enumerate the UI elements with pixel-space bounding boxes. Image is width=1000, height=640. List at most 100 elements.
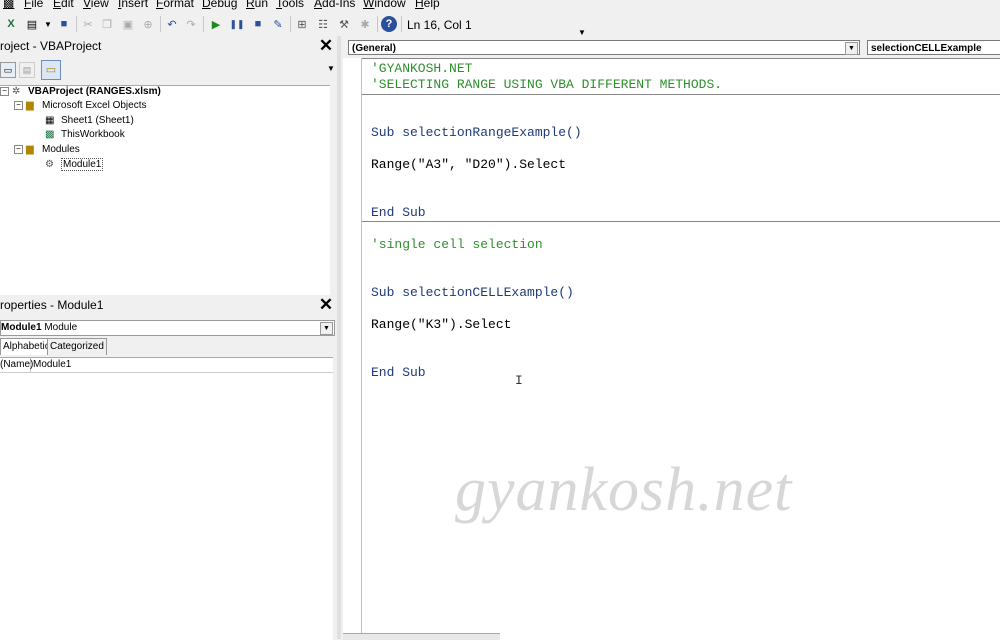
tab-alphabetic[interactable]: Alphabetic xyxy=(0,338,50,355)
procedure-separator xyxy=(362,221,1000,222)
object-browser-icon[interactable]: ⚒ xyxy=(336,16,352,32)
undo-icon[interactable]: ↶ xyxy=(164,16,180,32)
tree-node-sheet1[interactable]: ▦ Sheet1 (Sheet1) xyxy=(45,115,134,126)
properties-close-icon[interactable]: ✕ xyxy=(318,296,334,313)
excel-view-icon[interactable]: X xyxy=(3,16,19,32)
copy-icon[interactable]: ❐ xyxy=(99,16,115,32)
menu-file[interactable]: File xyxy=(24,0,43,10)
property-value: Module1 xyxy=(33,359,72,370)
tree-label-vbaproject: VBAProject (RANGES.xlsm) xyxy=(28,86,161,97)
properties-object-select[interactable]: Module1 Module ▼ xyxy=(0,320,335,336)
tree-node-module1[interactable]: ⚙ Module1 xyxy=(45,158,104,171)
code-line-comment[interactable]: 'SELECTING RANGE USING VBA DIFFERENT MET… xyxy=(371,77,722,92)
collapse-icon[interactable]: − xyxy=(14,145,23,154)
workbook-icon: ▩ xyxy=(45,129,55,140)
scroll-arrow-icon[interactable]: ▼ xyxy=(327,64,335,73)
project-tree: − ✲ VBAProject (RANGES.xlsm) − ▆ Microso… xyxy=(0,85,330,298)
save-icon[interactable]: ■ xyxy=(56,16,72,32)
code-line-statement[interactable]: Range("K3").Select xyxy=(371,317,511,332)
procedure-select-value: selectionCELLExample xyxy=(871,43,982,54)
menu-window[interactable]: Window xyxy=(363,0,406,10)
code-line-statement[interactable]: Range("A3", "D20").Select xyxy=(371,157,566,172)
project-explorer-title-bar: roject - VBAProject xyxy=(0,36,337,56)
paste-icon[interactable]: ▣ xyxy=(120,16,136,32)
help-icon[interactable]: ? xyxy=(381,16,397,32)
menu-format[interactable]: Format xyxy=(156,0,194,10)
menu-insert[interactable]: Insert xyxy=(118,0,148,10)
project-explorer-toolbar: ▭ ▤ ▭ ▼ xyxy=(0,58,337,84)
menu-debug[interactable]: Debug xyxy=(202,0,237,10)
properties-object-type: Module xyxy=(44,322,78,333)
folder-icon: ▆ xyxy=(26,100,34,111)
worksheet-icon: ▦ xyxy=(45,115,55,126)
properties-window-icon[interactable]: ☷ xyxy=(315,16,331,32)
code-line-end-sub[interactable]: End Sub xyxy=(371,205,426,220)
menu-tools[interactable]: Tools xyxy=(276,0,304,10)
dropdown-arrow-icon[interactable]: ▼ xyxy=(845,42,858,55)
menu-run[interactable]: Run xyxy=(246,0,268,10)
standard-toolbar: X ▤ ▼ ■ ✂ ❐ ▣ ⊕ ↶ ↷ ▶ ❚❚ ■ ✎ ⊞ ☷ ⚒ ✱ ? xyxy=(0,12,590,36)
vba-app-icon[interactable]: ▩ xyxy=(3,0,14,10)
text-cursor-icon: I xyxy=(515,373,523,388)
tree-label-module1: Module1 xyxy=(61,158,104,171)
dropdown-arrow-icon[interactable]: ▼ xyxy=(320,322,333,335)
toolbar-options-icon[interactable]: ▼ xyxy=(578,14,586,37)
object-select[interactable]: (General) ▼ xyxy=(348,40,860,55)
reset-icon[interactable]: ■ xyxy=(250,16,266,32)
design-mode-icon[interactable]: ✎ xyxy=(270,16,286,32)
collapse-icon[interactable]: − xyxy=(0,87,9,96)
properties-title-bar: roperties - Module1 xyxy=(0,295,337,315)
code-editor[interactable] xyxy=(343,58,1000,640)
menu-view[interactable]: View xyxy=(83,0,109,10)
project-explorer-close-icon[interactable]: ✕ xyxy=(318,37,334,54)
cut-icon[interactable]: ✂ xyxy=(80,16,96,32)
tree-node-excel-objects[interactable]: − ▆ Microsoft Excel Objects xyxy=(14,100,146,111)
procedure-select[interactable]: selectionCELLExample xyxy=(867,40,1000,55)
vbaproject-icon: ✲ xyxy=(12,86,21,97)
toolbox-icon[interactable]: ✱ xyxy=(357,16,373,32)
object-select-value: (General) xyxy=(352,43,396,54)
code-line-end-sub[interactable]: End Sub xyxy=(371,365,426,380)
code-line-sub-declaration[interactable]: Sub selectionCELLExample() xyxy=(371,285,574,300)
menu-bar: ▩ File Edit View Insert Format Debug Run… xyxy=(0,0,1000,11)
code-line-comment[interactable]: 'GYANKOSH.NET xyxy=(371,61,472,76)
menu-edit[interactable]: Edit xyxy=(53,0,74,10)
watermark: gyankosh.net xyxy=(455,456,793,524)
view-object-icon[interactable]: ▤ xyxy=(19,62,35,78)
code-divider xyxy=(362,94,1000,95)
dropdown-arrow-icon[interactable]: ▼ xyxy=(40,16,56,32)
properties-object-name: Module1 xyxy=(1,322,42,333)
project-explorer-title: roject - VBAProject xyxy=(0,39,102,53)
find-icon[interactable]: ⊕ xyxy=(140,16,156,32)
menu-help[interactable]: Help xyxy=(415,0,440,10)
module-icon: ⚙ xyxy=(45,159,54,170)
toggle-folders-icon[interactable]: ▭ xyxy=(41,60,61,80)
tab-categorized[interactable]: Categorized xyxy=(47,338,107,355)
code-line-comment[interactable]: 'single cell selection xyxy=(371,237,543,252)
menu-add-ins[interactable]: Add-Ins xyxy=(314,0,355,10)
redo-icon[interactable]: ↷ xyxy=(183,16,199,32)
insert-userform-icon[interactable]: ▤ xyxy=(24,16,40,32)
code-window-header: (General) ▼ selectionCELLExample xyxy=(345,38,1000,58)
code-line-sub-declaration[interactable]: Sub selectionRangeExample() xyxy=(371,125,582,140)
tree-label-thisworkbook: ThisWorkbook xyxy=(61,129,125,140)
tree-label-modules: Modules xyxy=(42,144,80,155)
properties-title: roperties - Module1 xyxy=(0,298,104,312)
tree-node-modules[interactable]: − ▆ Modules xyxy=(14,144,80,155)
collapse-icon[interactable]: − xyxy=(14,101,23,110)
tree-node-vbaproject[interactable]: − ✲ VBAProject (RANGES.xlsm) xyxy=(0,86,161,97)
tree-label-excel-objects: Microsoft Excel Objects xyxy=(42,100,147,111)
pane-splitter[interactable] xyxy=(337,36,341,639)
tree-label-sheet1: Sheet1 (Sheet1) xyxy=(61,115,134,126)
project-explorer-icon[interactable]: ⊞ xyxy=(294,16,310,32)
cursor-position-status: Ln 16, Col 1 xyxy=(407,18,472,32)
run-icon[interactable]: ▶ xyxy=(208,16,224,32)
break-icon[interactable]: ❚❚ xyxy=(229,16,245,32)
folder-icon: ▆ xyxy=(26,144,34,155)
margin-indicator-bar[interactable] xyxy=(343,58,362,639)
properties-grid: (Name) Module1 xyxy=(0,357,333,640)
property-row[interactable]: (Name) Module1 xyxy=(0,358,333,373)
property-name: (Name) xyxy=(0,358,34,372)
tree-node-thisworkbook[interactable]: ▩ ThisWorkbook xyxy=(45,129,125,140)
view-code-icon[interactable]: ▭ xyxy=(0,62,16,78)
